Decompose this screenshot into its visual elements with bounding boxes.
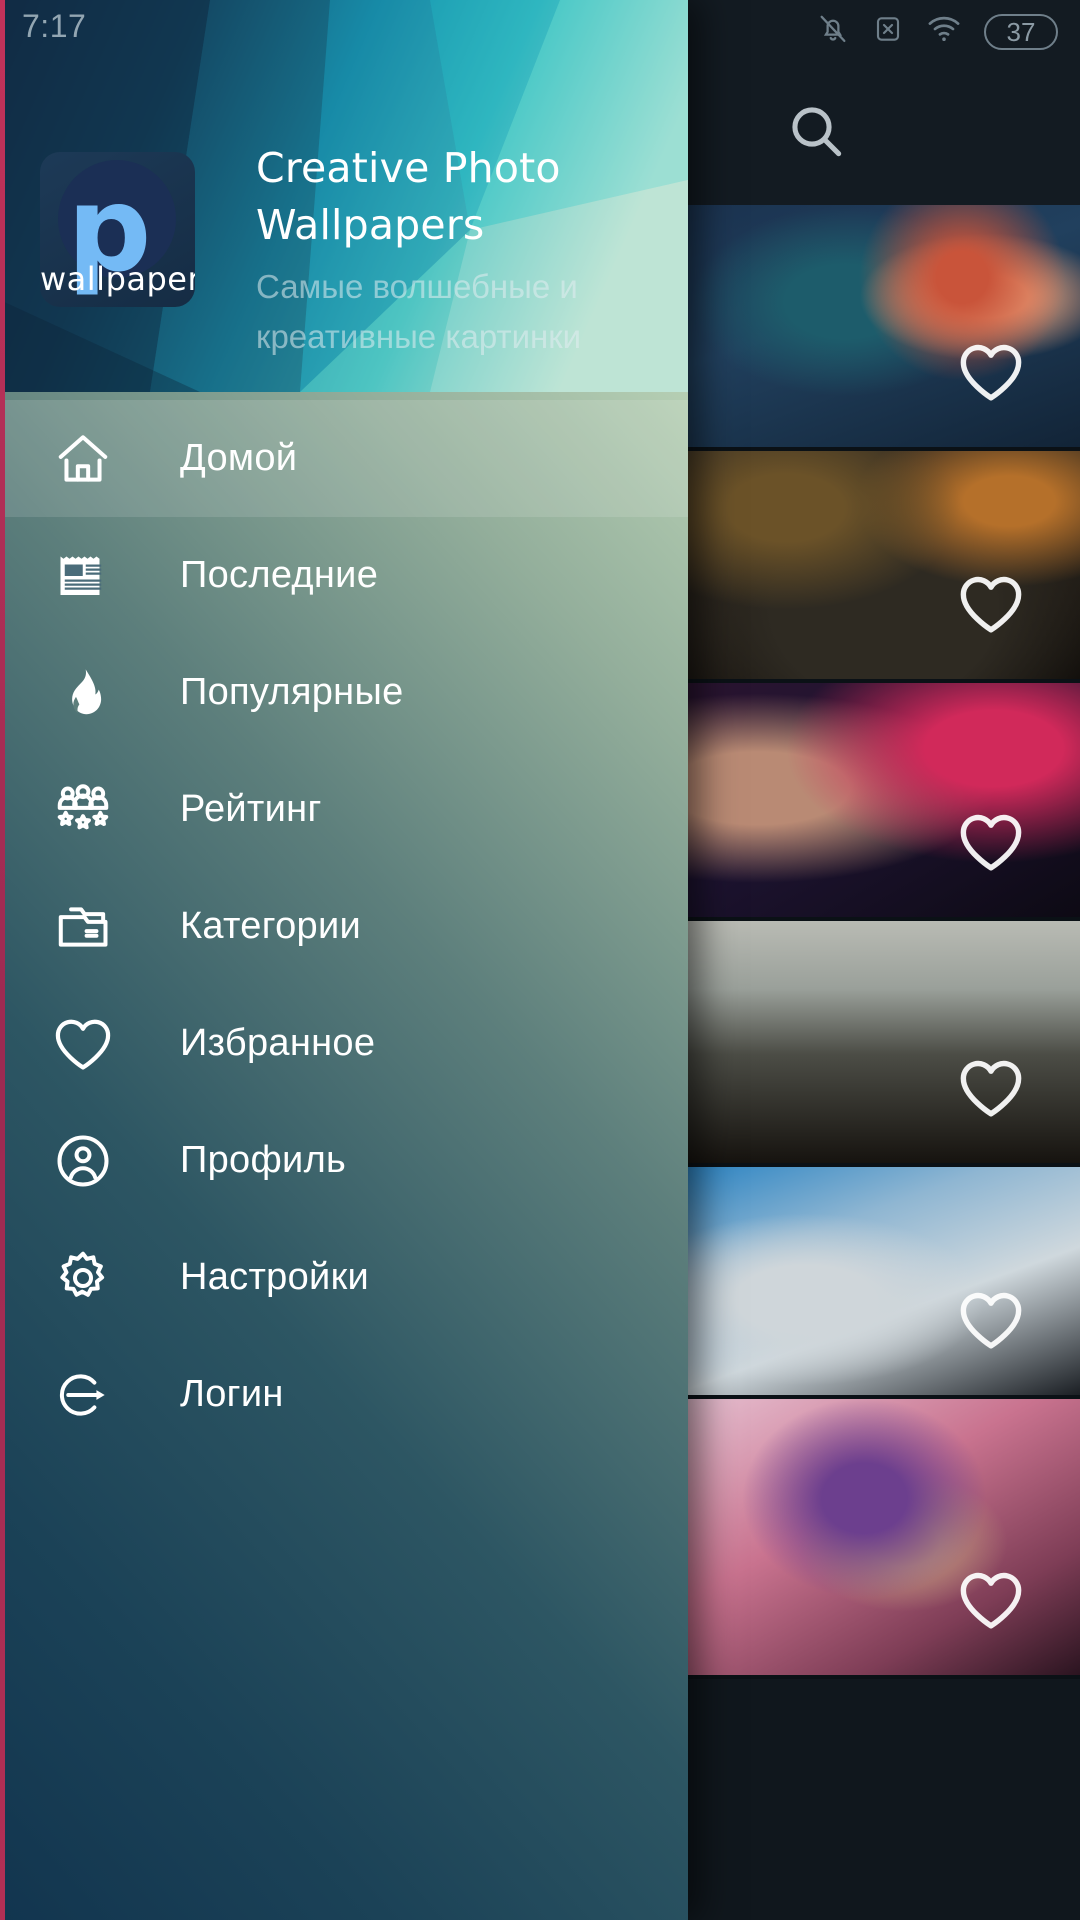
wallpaper-thumb-6[interactable] [688,1399,1080,1679]
heart-outline-icon[interactable] [954,571,1028,637]
drawer-item-profile[interactable]: Профиль [0,1102,688,1219]
drawer-item-settings[interactable]: Настройки [0,1219,688,1336]
heart-outline-icon[interactable] [954,1055,1028,1121]
wallpaper-thumb-3[interactable] [688,683,1080,921]
wallpaper-image [688,1167,1080,1395]
wallpaper-image [688,921,1080,1163]
drawer-item-label: Логин [180,1373,284,1415]
home-icon [46,428,120,490]
wallpaper-grid[interactable] [688,205,1080,1920]
profile-icon [46,1130,120,1192]
drawer-item-label: Избранное [180,1022,376,1064]
heart-outline-icon[interactable] [954,809,1028,875]
rating-icon [46,779,120,841]
drawer-item-label: Домой [180,437,298,479]
drawer-item-label: Последние [180,554,379,596]
drawer-item-label: Профиль [180,1139,347,1181]
folders-icon [46,896,120,958]
drawer-item-label: Настройки [180,1256,370,1298]
news-icon [46,546,120,606]
app-title: Creative Photo Wallpapers [256,144,561,249]
drawer-item-login[interactable]: Логин [0,1336,688,1453]
wallpaper-thumb-2[interactable] [688,451,1080,683]
drawer-item-label: Популярные [180,671,404,713]
app-subtitle: Самые волшебные и креативные картинки [256,268,582,355]
wallpaper-thumb-4[interactable] [688,921,1080,1167]
wallpaper-thumb-1[interactable] [688,205,1080,451]
drawer-item-rating[interactable]: Рейтинг [0,751,688,868]
drawer-item-popular[interactable]: Популярные [0,634,688,751]
drawer-item-label: Рейтинг [180,788,322,830]
screen-recording-edge [0,0,5,1920]
drawer-item-latest[interactable]: Последние [0,517,688,634]
logo-wordmark: wallpapers [40,260,195,298]
phone-screen: p wallpapers Creative Photo Wallpapers С… [0,0,1080,1920]
login-icon [46,1364,120,1426]
drawer-item-favorites[interactable]: Избранное [0,985,688,1102]
gear-icon [46,1247,120,1309]
drawer-header: p wallpapers Creative Photo Wallpapers С… [0,0,688,392]
heart-outline-icon[interactable] [954,339,1028,405]
app-logo: p wallpapers [40,152,195,307]
wallpaper-image [688,205,1080,447]
drawer-item-categories[interactable]: Категории [0,868,688,985]
heart-outline-icon[interactable] [954,1287,1028,1353]
wallpaper-image [688,451,1080,679]
heart-icon [46,1014,120,1074]
heart-outline-icon[interactable] [954,1567,1028,1633]
drawer-menu: Домой Последние Популярные Рейтинг Катег… [0,392,688,1453]
search-icon[interactable] [780,95,852,167]
flame-icon [46,664,120,722]
drawer-item-home[interactable]: Домой [0,400,688,517]
navigation-drawer: p wallpapers Creative Photo Wallpapers С… [0,0,688,1920]
wallpaper-image [688,683,1080,917]
drawer-item-label: Категории [180,905,361,947]
wallpaper-image [688,1399,1080,1675]
wallpaper-thumb-5[interactable] [688,1167,1080,1399]
drawer-header-text: Creative Photo Wallpapers Самые волшебны… [256,140,676,362]
